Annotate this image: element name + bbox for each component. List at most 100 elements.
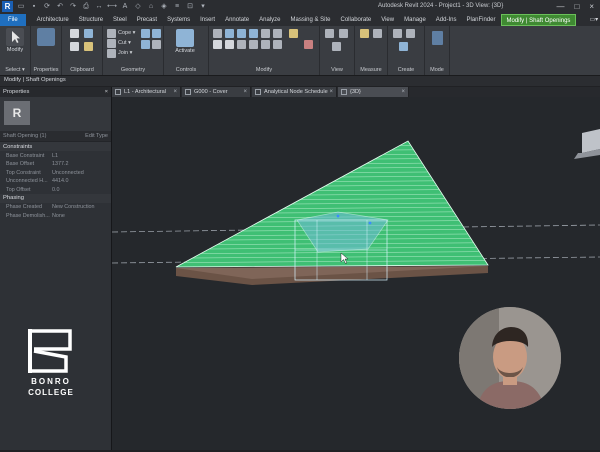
- copy-icon[interactable]: [84, 29, 93, 38]
- copy-element-icon[interactable]: [225, 40, 234, 49]
- tab-structure[interactable]: Structure: [74, 14, 108, 26]
- create-group-icon[interactable]: [399, 42, 408, 51]
- view-cube[interactable]: [574, 129, 600, 159]
- rotate-icon[interactable]: [237, 40, 246, 49]
- measure-tool-icon[interactable]: [360, 29, 369, 38]
- sync-icon[interactable]: ⟳: [42, 2, 52, 12]
- tab-massing-site[interactable]: Massing & Site: [285, 14, 335, 26]
- property-row[interactable]: Phase CreatedNew Construction: [0, 203, 111, 212]
- modify-button[interactable]: Modify: [2, 28, 28, 53]
- close-hidden-icon[interactable]: ⊡: [185, 2, 195, 12]
- wall-join-icon[interactable]: [141, 29, 150, 38]
- create-assembly-icon[interactable]: [393, 29, 402, 38]
- view-tab-l1-architectural[interactable]: L1 - Architectural ×: [112, 87, 181, 97]
- trim-icon[interactable]: [273, 29, 282, 38]
- minimize-button[interactable]: —: [556, 2, 564, 11]
- array-icon[interactable]: [249, 40, 258, 49]
- aligned-dimension-icon[interactable]: [373, 29, 382, 38]
- scale-icon[interactable]: [261, 40, 270, 49]
- phasing-group[interactable]: Phasing: [0, 194, 111, 203]
- tab-planfinder[interactable]: PlanFinder: [461, 14, 500, 26]
- mirror-draw-icon[interactable]: [249, 29, 258, 38]
- view-tab-analytical-node-schedule[interactable]: Analytical Node Schedule ×: [252, 87, 337, 97]
- tag-icon[interactable]: A: [120, 2, 130, 12]
- tab-architecture[interactable]: Architecture: [32, 14, 74, 26]
- instance-filter[interactable]: Shaft Opening (1) Edit Type: [0, 131, 111, 142]
- close-tab-icon[interactable]: ×: [243, 89, 247, 95]
- select-dropdown[interactable]: Select ▾: [0, 67, 30, 73]
- undo-icon[interactable]: ↶: [55, 2, 65, 12]
- move-icon[interactable]: [213, 40, 222, 49]
- revit-logo-button[interactable]: R: [2, 1, 13, 12]
- paste-icon[interactable]: [70, 29, 79, 38]
- match-properties-icon[interactable]: [84, 42, 93, 51]
- view-tab-3d[interactable]: {3D} ×: [338, 87, 409, 97]
- print-icon[interactable]: ⎙: [81, 2, 91, 12]
- close-button[interactable]: ×: [589, 2, 594, 11]
- tab-precast[interactable]: Precast: [132, 14, 162, 26]
- measure-icon[interactable]: ↔: [94, 2, 104, 12]
- close-tab-icon[interactable]: ×: [329, 89, 333, 95]
- split-icon[interactable]: [261, 29, 270, 38]
- thin-lines-icon[interactable]: ≡: [172, 2, 182, 12]
- demolish-icon[interactable]: [152, 40, 161, 49]
- property-row[interactable]: Top Offset0.0: [0, 185, 111, 194]
- 3d-view-icon[interactable]: ⌂: [146, 2, 156, 12]
- property-row[interactable]: Base Offset1377.2: [0, 160, 111, 169]
- activate-button[interactable]: Activate: [172, 29, 198, 54]
- maximize-button[interactable]: □: [574, 2, 579, 11]
- constraints-group[interactable]: Constraints: [0, 142, 111, 151]
- view-tabs-bar: L1 - Architectural × G000 - Cover × Anal…: [112, 87, 600, 97]
- pin-icon[interactable]: [273, 40, 282, 49]
- properties-button[interactable]: [33, 28, 59, 46]
- close-tab-icon[interactable]: ×: [401, 89, 405, 95]
- tab-steel[interactable]: Steel: [108, 14, 132, 26]
- type-selector[interactable]: R: [0, 97, 111, 131]
- edit-sketch-icon[interactable]: [432, 31, 443, 45]
- cut-scissors-icon[interactable]: [70, 42, 79, 51]
- create-parts-icon[interactable]: [406, 29, 415, 38]
- extend-icon[interactable]: [289, 29, 298, 38]
- tab-modify-shaft-openings[interactable]: Modify | Shaft Openings: [501, 14, 577, 26]
- delete-icon[interactable]: [304, 40, 313, 49]
- close-tab-icon[interactable]: ×: [173, 89, 177, 95]
- join-button[interactable]: Join ▾: [118, 50, 132, 56]
- grip-handle[interactable]: [337, 215, 340, 218]
- override-graphics-icon[interactable]: [339, 29, 348, 38]
- tab-manage[interactable]: Manage: [399, 14, 431, 26]
- tab-annotate[interactable]: Annotate: [220, 14, 254, 26]
- cope-button[interactable]: Cope ▾: [118, 30, 135, 36]
- cut-button[interactable]: Cut ▾: [118, 40, 131, 46]
- tab-analyze[interactable]: Analyze: [254, 14, 285, 26]
- redo-icon[interactable]: ↷: [68, 2, 78, 12]
- tab-file[interactable]: File: [0, 14, 26, 26]
- property-row[interactable]: Phase Demolish...None: [0, 212, 111, 221]
- edit-type-button[interactable]: Edit Type: [85, 133, 108, 139]
- offset-icon[interactable]: [225, 29, 234, 38]
- property-row[interactable]: Base ConstraintL1: [0, 151, 111, 160]
- text-icon[interactable]: ◇: [133, 2, 143, 12]
- property-row[interactable]: Top ConstraintUnconnected: [0, 168, 111, 177]
- selection-box-icon[interactable]: [332, 42, 341, 51]
- tab-collaborate[interactable]: Collaborate: [336, 14, 377, 26]
- ribbon-options-toggle[interactable]: ▭▾: [584, 14, 600, 26]
- tab-add-ins[interactable]: Add-Ins: [431, 14, 462, 26]
- grip-handle[interactable]: [369, 222, 372, 225]
- view-tab-g000-cover[interactable]: G000 - Cover ×: [182, 87, 251, 97]
- open-icon[interactable]: ▭: [16, 2, 26, 12]
- dimension-icon[interactable]: ⟷: [107, 2, 117, 12]
- hide-in-view-icon[interactable]: [325, 29, 334, 38]
- tab-insert[interactable]: Insert: [195, 14, 220, 26]
- mirror-axis-icon[interactable]: [237, 29, 246, 38]
- properties-close-button[interactable]: ×: [105, 89, 108, 95]
- section-icon[interactable]: ◈: [159, 2, 169, 12]
- align-icon[interactable]: [213, 29, 222, 38]
- tab-systems[interactable]: Systems: [162, 14, 195, 26]
- save-icon[interactable]: ▪: [29, 2, 39, 12]
- paint-icon[interactable]: [141, 40, 150, 49]
- tab-view[interactable]: View: [376, 14, 399, 26]
- switch-windows-icon[interactable]: ▾: [198, 2, 208, 12]
- split-face-icon[interactable]: [152, 29, 161, 38]
- property-row[interactable]: Unconnected H...4414.0: [0, 177, 111, 186]
- 3d-viewport[interactable]: [112, 97, 600, 450]
